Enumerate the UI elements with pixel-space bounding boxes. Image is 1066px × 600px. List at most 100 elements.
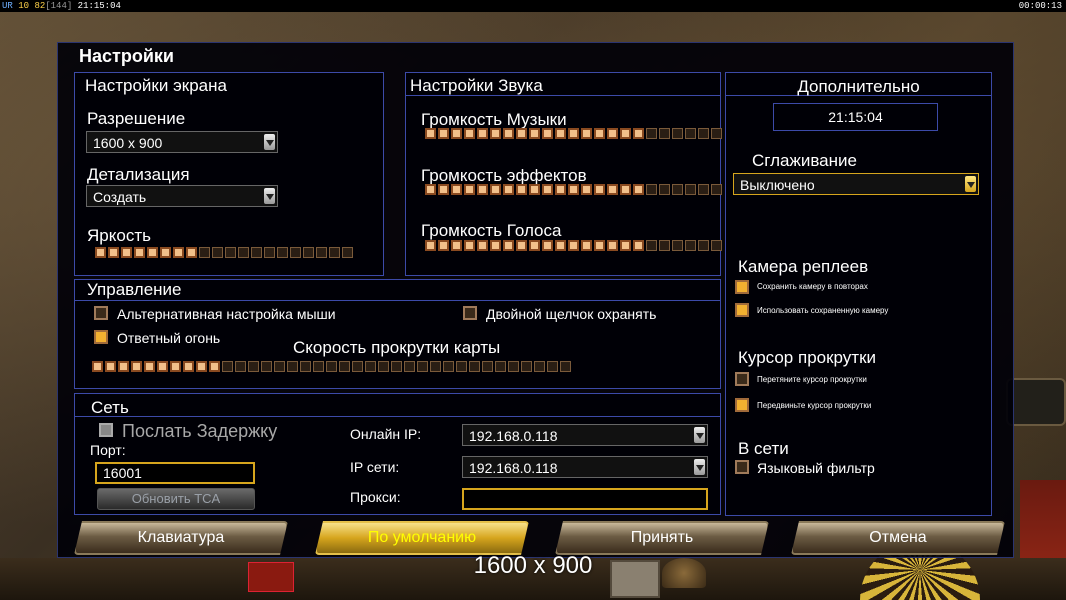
- slider-segment[interactable]: [199, 247, 210, 258]
- slider-segment[interactable]: [456, 361, 467, 372]
- slider-segment[interactable]: [95, 247, 106, 258]
- slider-segment[interactable]: [594, 128, 605, 139]
- slider-segment[interactable]: [378, 361, 389, 372]
- slider-segment[interactable]: [264, 247, 275, 258]
- slider-segment[interactable]: [425, 240, 436, 251]
- slider-segment[interactable]: [503, 184, 514, 195]
- slider-segment[interactable]: [646, 128, 657, 139]
- slider-segment[interactable]: [105, 361, 116, 372]
- chevron-down-icon[interactable]: [965, 176, 976, 192]
- slider-segment[interactable]: [646, 240, 657, 251]
- detail-select[interactable]: Создать: [86, 185, 278, 207]
- slider-segment[interactable]: [277, 247, 288, 258]
- slider-segment[interactable]: [529, 184, 540, 195]
- slider-segment[interactable]: [313, 361, 324, 372]
- slider-segment[interactable]: [438, 240, 449, 251]
- slider-segment[interactable]: [477, 184, 488, 195]
- slider-segment[interactable]: [209, 361, 220, 372]
- slider-segment[interactable]: [121, 247, 132, 258]
- slider-segment[interactable]: [529, 240, 540, 251]
- slider-segment[interactable]: [464, 128, 475, 139]
- retaliation-checkbox[interactable]: [94, 330, 108, 344]
- alt-mouse-checkbox[interactable]: [94, 306, 108, 320]
- slider-segment[interactable]: [430, 361, 441, 372]
- slider-segment[interactable]: [547, 361, 558, 372]
- slider-segment[interactable]: [339, 361, 350, 372]
- accept-button[interactable]: Принять: [555, 521, 769, 555]
- slider-segment[interactable]: [581, 128, 592, 139]
- slider-segment[interactable]: [490, 240, 501, 251]
- slider-segment[interactable]: [560, 361, 571, 372]
- slider-segment[interactable]: [147, 247, 158, 258]
- slider-segment[interactable]: [581, 240, 592, 251]
- slider-segment[interactable]: [633, 240, 644, 251]
- slider-segment[interactable]: [183, 361, 194, 372]
- slider-segment[interactable]: [495, 361, 506, 372]
- slider-segment[interactable]: [685, 240, 696, 251]
- slider-segment[interactable]: [329, 247, 340, 258]
- double-click-guard-checkbox[interactable]: [463, 306, 477, 320]
- online-ip-select[interactable]: 192.168.0.118: [462, 424, 708, 446]
- slider-segment[interactable]: [490, 128, 501, 139]
- slider-segment[interactable]: [503, 240, 514, 251]
- slider-segment[interactable]: [391, 361, 402, 372]
- drag-cursor-checkbox[interactable]: [735, 372, 749, 386]
- slider-segment[interactable]: [365, 361, 376, 372]
- slider-segment[interactable]: [316, 247, 327, 258]
- slider-segment[interactable]: [134, 247, 145, 258]
- slider-segment[interactable]: [417, 361, 428, 372]
- slider-segment[interactable]: [672, 240, 683, 251]
- use-saved-camera-checkbox[interactable]: [735, 303, 749, 317]
- slider-segment[interactable]: [620, 184, 631, 195]
- slider-segment[interactable]: [594, 184, 605, 195]
- slider-segment[interactable]: [659, 128, 670, 139]
- slider-segment[interactable]: [118, 361, 129, 372]
- slider-segment[interactable]: [482, 361, 493, 372]
- scroll-speed-slider[interactable]: [92, 361, 571, 372]
- slider-segment[interactable]: [555, 184, 566, 195]
- slider-segment[interactable]: [490, 184, 501, 195]
- slider-segment[interactable]: [698, 128, 709, 139]
- slider-segment[interactable]: [425, 128, 436, 139]
- slider-segment[interactable]: [620, 240, 631, 251]
- slider-segment[interactable]: [300, 361, 311, 372]
- slider-segment[interactable]: [404, 361, 415, 372]
- slider-segment[interactable]: [633, 184, 644, 195]
- slider-segment[interactable]: [212, 247, 223, 258]
- slider-segment[interactable]: [659, 240, 670, 251]
- slider-segment[interactable]: [287, 361, 298, 372]
- slider-segment[interactable]: [672, 128, 683, 139]
- slider-segment[interactable]: [607, 240, 618, 251]
- slider-segment[interactable]: [451, 240, 462, 251]
- brightness-slider[interactable]: [95, 247, 353, 258]
- slider-segment[interactable]: [646, 184, 657, 195]
- defaults-button[interactable]: По умолчанию: [315, 521, 529, 555]
- slider-segment[interactable]: [516, 240, 527, 251]
- slider-segment[interactable]: [685, 184, 696, 195]
- slider-segment[interactable]: [469, 361, 480, 372]
- slider-segment[interactable]: [568, 240, 579, 251]
- slider-segment[interactable]: [352, 361, 363, 372]
- slider-segment[interactable]: [438, 184, 449, 195]
- move-cursor-checkbox[interactable]: [735, 398, 749, 412]
- slider-segment[interactable]: [711, 184, 722, 195]
- slider-segment[interactable]: [711, 128, 722, 139]
- slider-segment[interactable]: [477, 240, 488, 251]
- slider-segment[interactable]: [477, 128, 488, 139]
- slider-segment[interactable]: [238, 247, 249, 258]
- slider-segment[interactable]: [594, 240, 605, 251]
- slider-segment[interactable]: [685, 128, 696, 139]
- slider-segment[interactable]: [542, 184, 553, 195]
- slider-segment[interactable]: [607, 128, 618, 139]
- slider-segment[interactable]: [342, 247, 353, 258]
- slider-segment[interactable]: [222, 361, 233, 372]
- slider-segment[interactable]: [659, 184, 670, 195]
- slider-segment[interactable]: [607, 184, 618, 195]
- slider-segment[interactable]: [157, 361, 168, 372]
- slider-segment[interactable]: [555, 240, 566, 251]
- slider-segment[interactable]: [451, 128, 462, 139]
- slider-segment[interactable]: [170, 361, 181, 372]
- slider-segment[interactable]: [633, 128, 644, 139]
- slider-segment[interactable]: [534, 361, 545, 372]
- port-input[interactable]: 16001: [95, 462, 255, 484]
